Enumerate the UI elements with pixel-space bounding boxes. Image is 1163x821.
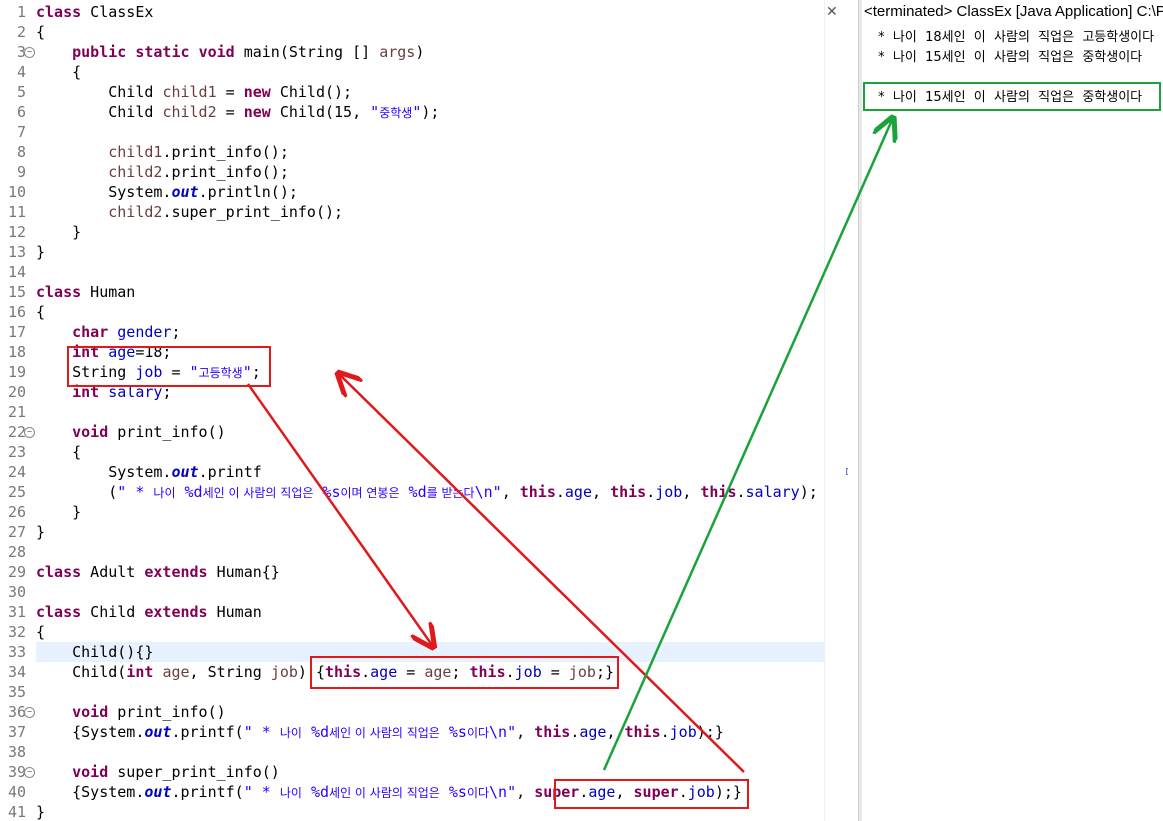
annotation-arrows xyxy=(246,0,1163,773)
arrow-super-to-console xyxy=(602,120,892,771)
arrow-super-to-fields xyxy=(340,375,745,773)
arrow-fields-to-constructor xyxy=(246,383,432,645)
